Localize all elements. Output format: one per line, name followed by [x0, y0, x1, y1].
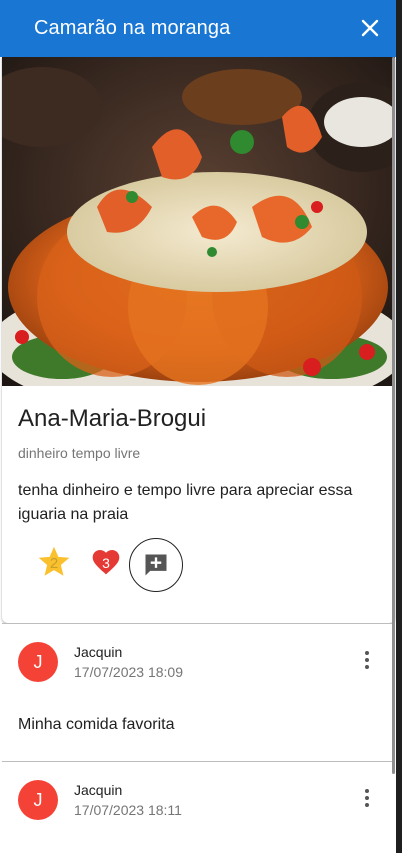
comment-date: 17/07/2023 18:09: [74, 664, 183, 680]
rating-count: 2: [49, 555, 59, 572]
add-comment-icon: [145, 554, 167, 576]
comment-author: Jacquin: [74, 644, 123, 660]
more-vert-icon[interactable]: [355, 648, 379, 672]
post-description: tenha dinheiro e tempo livre para apreci…: [18, 482, 353, 523]
comment-text: Minha comida favorita: [18, 716, 175, 733]
avatar: J: [18, 780, 58, 820]
close-icon[interactable]: [358, 16, 382, 40]
more-vert-icon[interactable]: [355, 786, 379, 810]
dialog-title: Camarão na moranga: [34, 17, 231, 39]
window-edge: [396, 0, 402, 853]
avatar: J: [18, 642, 58, 682]
post-subtitle: dinheiro tempo livre: [18, 445, 141, 461]
post-card: Ana-Maria-Brogui dinheiro tempo livre te…: [2, 57, 395, 623]
add-comment-button[interactable]: [129, 538, 183, 592]
comment-item: J Jacquin 17/07/2023 18:09 Minha comida …: [2, 623, 395, 760]
comment-author: Jacquin: [74, 782, 123, 798]
dialog-header: Camarão na moranga: [0, 0, 396, 57]
like-button[interactable]: 3: [90, 546, 122, 578]
post-author: Ana-Maria-Brogui: [18, 405, 207, 432]
scrollbar[interactable]: [392, 57, 395, 774]
like-count: 3: [102, 554, 110, 571]
rating-button[interactable]: 2: [36, 544, 72, 580]
recipe-photo: [2, 57, 395, 386]
dialog-content[interactable]: Ana-Maria-Brogui dinheiro tempo livre te…: [0, 57, 396, 853]
comment-item: J Jacquin 17/07/2023 18:11: [2, 761, 395, 853]
comment-date: 17/07/2023 18:11: [74, 802, 182, 818]
